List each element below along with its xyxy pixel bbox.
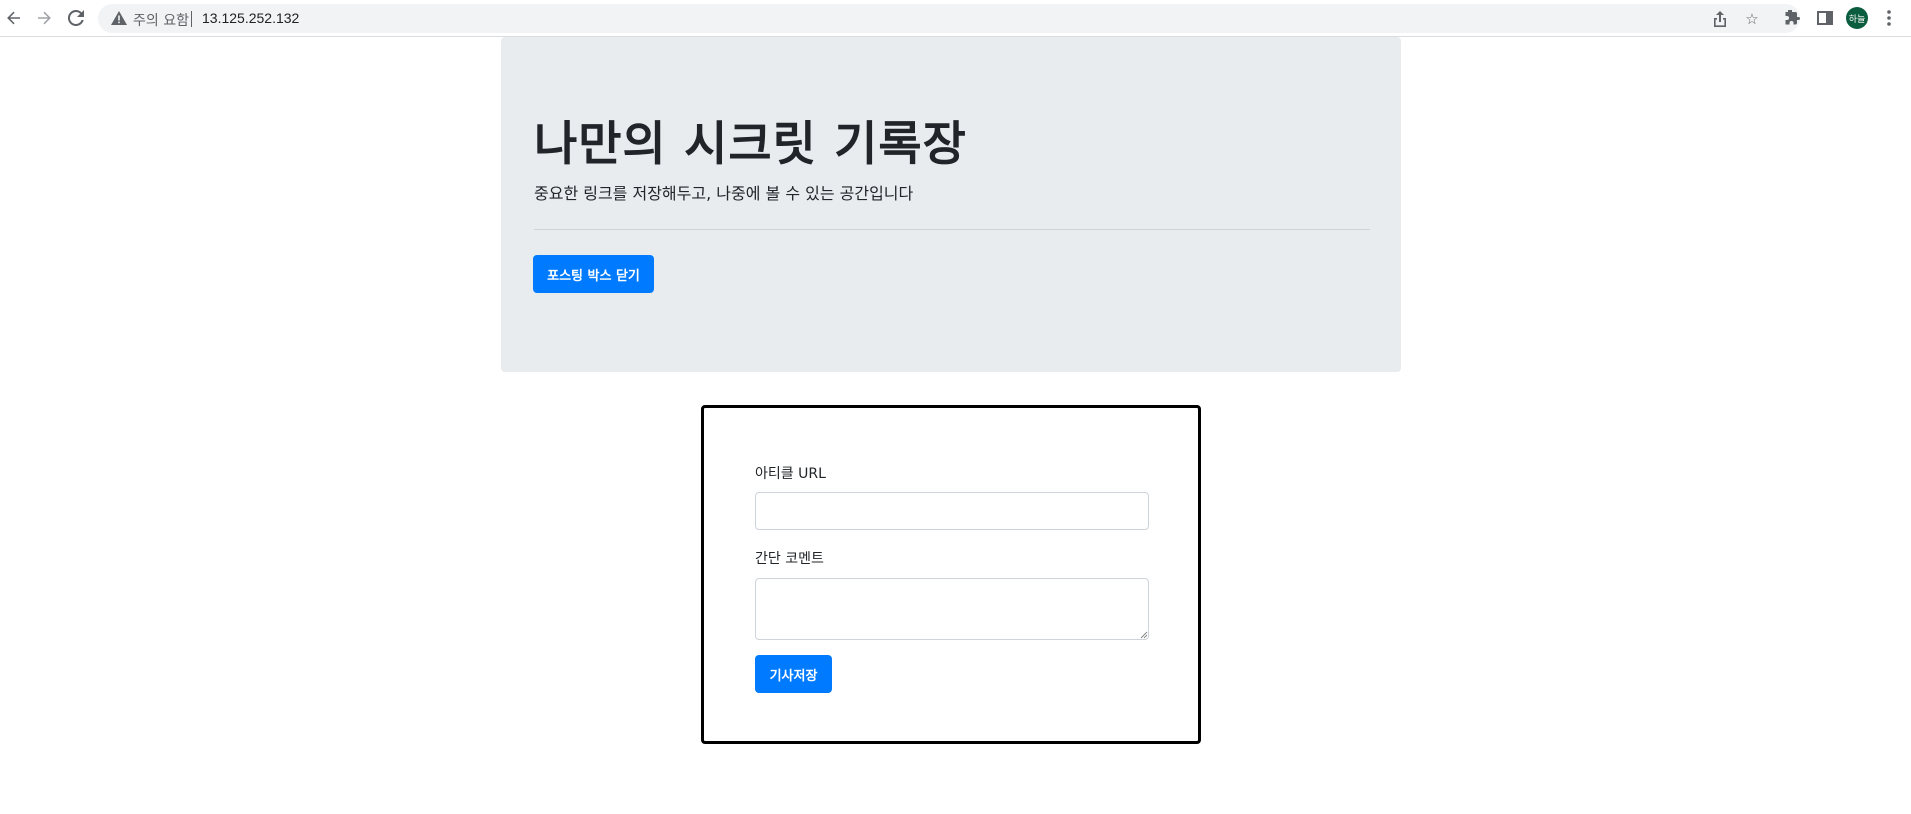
address-bar[interactable]: 주의 요함 13.125.252.132 ☆ <box>98 4 1800 33</box>
article-url-input[interactable] <box>755 492 1149 530</box>
back-arrow-icon[interactable] <box>2 6 26 30</box>
jumbotron: 나만의 시크릿 기록장 중요한 링크를 저장해두고, 나중에 볼 수 있는 공간… <box>501 37 1401 372</box>
address-separator <box>191 11 192 27</box>
toggle-posting-box-button[interactable]: 포스팅 박스 닫기 <box>533 255 654 293</box>
extensions-icon[interactable] <box>1782 7 1804 29</box>
star-icon[interactable]: ☆ <box>1742 9 1762 29</box>
article-url-label: 아티클 URL <box>755 466 826 482</box>
posting-box: 아티클 URL 간단 코멘트 기사저장 <box>701 405 1201 744</box>
warning-icon[interactable] <box>110 9 128 27</box>
url-text[interactable]: 13.125.252.132 <box>202 10 299 26</box>
reload-icon[interactable] <box>64 6 88 30</box>
side-panel-icon[interactable] <box>1814 7 1836 29</box>
page-lead: 중요한 링크를 저장해두고, 나중에 볼 수 있는 공간입니다 <box>534 184 914 203</box>
comment-textarea[interactable] <box>755 578 1149 640</box>
resize-grip-icon[interactable] <box>1139 630 1148 639</box>
browser-toolbar: 주의 요함 13.125.252.132 ☆ 하늘 <box>0 0 1911 37</box>
page-title: 나만의 시크릿 기록장 <box>534 117 967 172</box>
save-article-button[interactable]: 기사저장 <box>755 655 832 693</box>
security-status-label[interactable]: 주의 요함 <box>133 10 189 30</box>
divider <box>534 229 1370 230</box>
kebab-menu-icon[interactable] <box>1878 7 1900 29</box>
profile-avatar[interactable]: 하늘 <box>1846 7 1868 29</box>
comment-label: 간단 코멘트 <box>755 551 824 567</box>
forward-arrow-icon[interactable] <box>32 6 56 30</box>
share-icon[interactable] <box>1710 9 1730 29</box>
